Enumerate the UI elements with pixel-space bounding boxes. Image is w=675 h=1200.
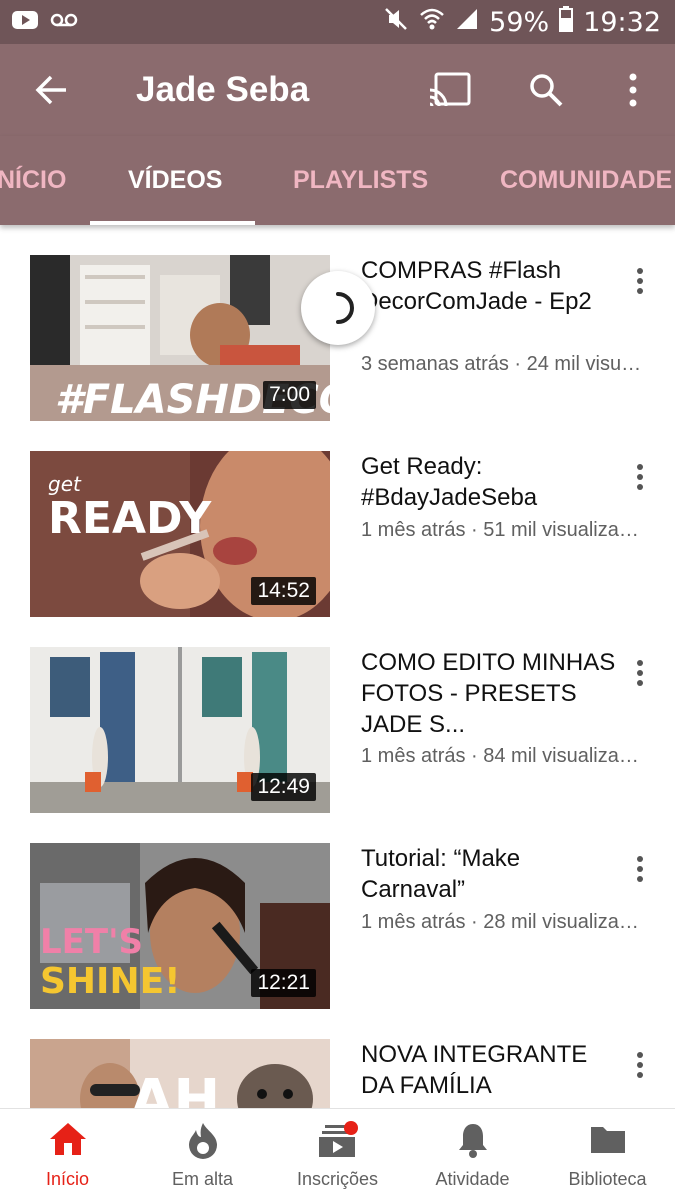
- video-item[interactable]: AH NOVA INTEGRANTE DA FAMÍLIA: [0, 1009, 675, 1108]
- search-icon[interactable]: [528, 72, 564, 113]
- video-title[interactable]: COMO EDITO MINHAS FOTOS - PRESETS JADE S…: [361, 647, 616, 740]
- svg-text:READY: READY: [48, 493, 212, 544]
- video-thumbnail[interactable]: #FLASHDECOR 7:00: [30, 255, 330, 421]
- video-meta: 1 mês atrás · 28 mil visualizações: [361, 911, 646, 933]
- folder-icon: [589, 1121, 627, 1160]
- nav-em-alta[interactable]: Em alta: [135, 1109, 270, 1200]
- nav-label: Início: [45, 1169, 90, 1189]
- svg-text:LET'S: LET'S: [40, 922, 143, 962]
- more-vert-icon[interactable]: [636, 267, 644, 300]
- nav-inscricoes[interactable]: Inscrições: [270, 1109, 405, 1200]
- nav-label: Biblioteca: [568, 1169, 647, 1189]
- svg-text:SHINE!: SHINE!: [40, 961, 181, 1002]
- video-list: #FLASHDECOR 7:00 COMPRAS #Flash DecorCom…: [0, 225, 675, 1108]
- status-bar: 59% 19:32: [0, 0, 675, 44]
- video-item[interactable]: LET'S SHINE! 12:21 Tutorial: “Make Carna…: [0, 813, 675, 1009]
- video-meta: 3 semanas atrás · 24 mil visualizações: [361, 353, 646, 375]
- back-arrow-icon[interactable]: [34, 72, 70, 113]
- tab-inicio[interactable]: INÍCIO: [0, 166, 66, 195]
- nav-label: Inscrições: [296, 1169, 379, 1189]
- battery-icon: [559, 6, 574, 39]
- subscriptions-icon: [317, 1121, 359, 1164]
- tab-videos[interactable]: VÍDEOS: [128, 166, 222, 195]
- video-title[interactable]: COMPRAS #Flash DecorComJade - Ep2: [361, 255, 616, 317]
- video-duration: 12:21: [251, 969, 316, 997]
- video-item[interactable]: get READY 14:52 Get Ready: #BdayJadeSeba…: [0, 421, 675, 617]
- nav-atividade[interactable]: Atividade: [405, 1109, 540, 1200]
- video-thumbnail[interactable]: 12:49: [30, 647, 330, 813]
- more-vert-icon[interactable]: [628, 72, 638, 113]
- more-vert-icon[interactable]: [636, 1051, 644, 1084]
- nav-label: Atividade: [435, 1169, 510, 1189]
- video-duration: 14:52: [251, 577, 316, 605]
- more-vert-icon[interactable]: [636, 659, 644, 692]
- battery-percent: 59%: [489, 7, 550, 38]
- channel-tabs: INÍCIO VÍDEOS PLAYLISTS COMUNIDADE: [0, 136, 675, 225]
- nav-inicio[interactable]: Início: [0, 1109, 135, 1200]
- bell-icon: [456, 1121, 490, 1164]
- tab-playlists[interactable]: PLAYLISTS: [293, 166, 428, 195]
- video-title[interactable]: Get Ready: #BdayJadeSeba: [361, 451, 616, 513]
- wifi-icon: [419, 7, 445, 38]
- mute-icon: [383, 6, 409, 39]
- video-meta: 1 mês atrás · 51 mil visualizações: [361, 519, 646, 541]
- bottom-navigation: Início Em alta Inscrições Atividade Bibl…: [0, 1108, 675, 1200]
- video-thumbnail[interactable]: AH: [30, 1039, 330, 1108]
- app-bar: Jade Seba: [0, 44, 675, 136]
- svg-text:AH: AH: [130, 1068, 220, 1108]
- cast-icon[interactable]: [428, 72, 472, 113]
- video-meta: 1 mês atrás · 84 mil visualizações: [361, 745, 646, 767]
- video-duration: 12:49: [251, 773, 316, 801]
- video-duration: 7:00: [263, 381, 316, 409]
- home-icon: [48, 1121, 88, 1162]
- video-title[interactable]: Tutorial: “Make Carnaval”: [361, 843, 616, 905]
- loading-spinner-icon: [301, 271, 375, 345]
- clock: 19:32: [583, 7, 661, 38]
- tab-comunidade[interactable]: COMUNIDADE: [500, 166, 672, 195]
- youtube-icon: [12, 10, 38, 35]
- video-thumbnail[interactable]: LET'S SHINE! 12:21: [30, 843, 330, 1009]
- video-item[interactable]: 12:49 COMO EDITO MINHAS FOTOS - PRESETS …: [0, 617, 675, 813]
- nav-biblioteca[interactable]: Biblioteca: [540, 1109, 675, 1200]
- channel-title: Jade Seba: [136, 70, 310, 109]
- voicemail-icon: [50, 11, 78, 34]
- more-vert-icon[interactable]: [636, 855, 644, 888]
- video-title[interactable]: NOVA INTEGRANTE DA FAMÍLIA: [361, 1039, 616, 1101]
- nav-label: Em alta: [171, 1169, 234, 1189]
- signal-icon: [455, 7, 479, 38]
- more-vert-icon[interactable]: [636, 463, 644, 496]
- flame-icon: [187, 1121, 219, 1164]
- video-thumbnail[interactable]: get READY 14:52: [30, 451, 330, 617]
- video-item[interactable]: #FLASHDECOR 7:00 COMPRAS #Flash DecorCom…: [0, 225, 675, 421]
